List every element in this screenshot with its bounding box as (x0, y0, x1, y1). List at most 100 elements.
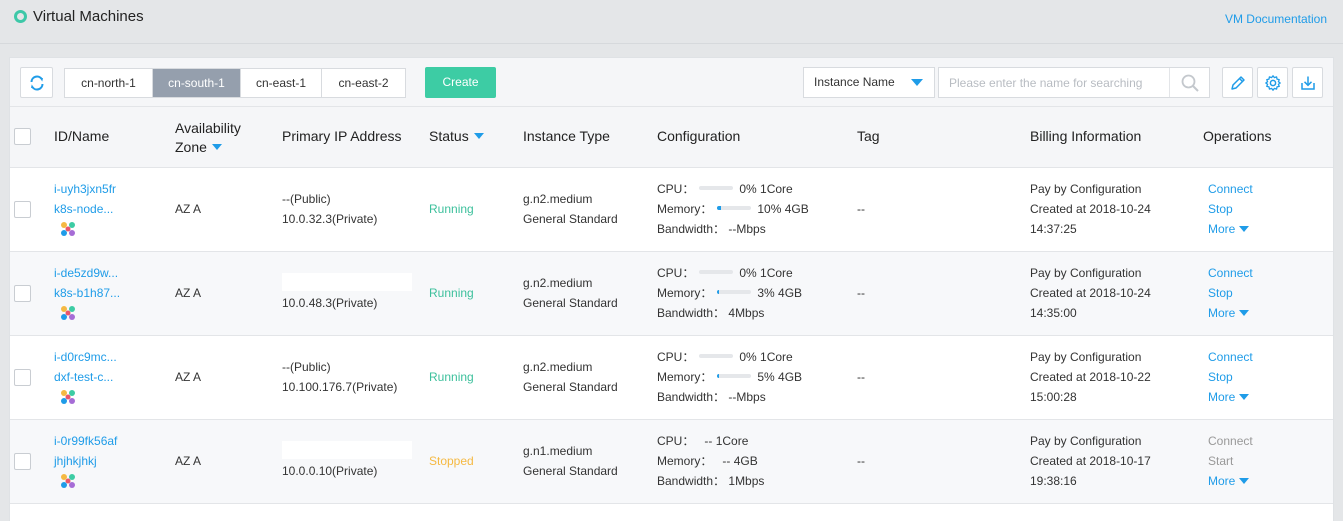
more-menu-button[interactable]: More (1208, 390, 1250, 404)
refresh-button[interactable] (20, 67, 53, 98)
tag-value: -- (857, 202, 865, 216)
more-menu-button[interactable]: More (1208, 474, 1250, 488)
column-primary-ip: Primary IP Address (282, 128, 402, 144)
region-tab-cn-east-1[interactable]: cn-east-1 (241, 69, 322, 97)
billing-cell: Pay by Configuration Created at 2018-10-2… (1030, 347, 1151, 407)
stop-button[interactable]: Stop (1208, 286, 1233, 300)
id-name-cell: i-d0rc9mc... dxf-test-c... (54, 347, 117, 407)
cpu-label: CPU： (657, 350, 695, 364)
instance-name-link[interactable]: jhjhkjhkj (54, 454, 97, 468)
instance-id-link[interactable]: i-d0rc9mc... (54, 350, 117, 364)
table-row: i-uyh3jxn5fr k8s-node... AZ A --(Public) 10.… (10, 168, 1333, 252)
column-status-label: Status (429, 128, 469, 144)
search-icon (1181, 74, 1199, 92)
edit-button[interactable] (1222, 67, 1253, 98)
created-time: 14:35:00 (1030, 306, 1077, 320)
chevron-down-icon (1239, 478, 1250, 484)
column-status[interactable]: Status (429, 128, 484, 144)
availability-zone: AZ A (175, 454, 202, 468)
select-all-checkbox[interactable] (14, 128, 31, 145)
connect-button[interactable]: Connect (1208, 434, 1253, 448)
row-checkbox[interactable] (14, 453, 31, 470)
row-checkbox[interactable] (14, 201, 31, 218)
cpu-usage-bar (699, 186, 734, 190)
instance-type: g.n2.medium (523, 276, 593, 290)
region-tabs: cn-north-1 cn-south-1 cn-east-1 cn-east-… (64, 68, 406, 98)
redacted-ip (282, 273, 412, 291)
memory-usage-bar (717, 374, 752, 378)
ip-cell: 10.0.48.3(Private) (282, 273, 412, 313)
operations-cell: Connect Stop More (1208, 263, 1253, 323)
instance-id-link[interactable]: i-0r99fk56af (54, 434, 117, 448)
row-checkbox[interactable] (14, 285, 31, 302)
instance-name-link[interactable]: k8s-b1h87... (54, 286, 120, 300)
region-tab-cn-north-1[interactable]: cn-north-1 (65, 69, 153, 97)
instance-name-link[interactable]: dxf-test-c... (54, 370, 113, 384)
instance-family: General Standard (523, 212, 618, 226)
id-name-cell: i-uyh3jxn5fr k8s-node... (54, 179, 116, 239)
more-menu-button[interactable]: More (1208, 306, 1250, 320)
private-ip: 10.0.32.3(Private) (282, 212, 378, 226)
instance-id-link[interactable]: i-de5zd9w... (54, 266, 118, 280)
bandwidth-value: --Mbps (728, 222, 766, 236)
availability-zone: AZ A (175, 202, 202, 216)
create-button[interactable]: Create (425, 67, 496, 98)
instance-type: g.n1.medium (523, 444, 593, 458)
instance-family: General Standard (523, 464, 618, 478)
connect-button[interactable]: Connect (1208, 350, 1253, 364)
billing-cell: Pay by Configuration Created at 2018-10-2… (1030, 263, 1151, 323)
configuration-cell: CPU： 0% 1Core Memory： 5% 4GB Bandwidth： --Mb… (657, 347, 802, 407)
memory-usage-bar (717, 290, 752, 294)
cpu-label: CPU： (657, 266, 695, 280)
stop-button[interactable]: Stop (1208, 370, 1233, 384)
tag-badge-icon (61, 222, 75, 236)
public-ip: --(Public) (282, 360, 331, 374)
cpu-value: 0% (739, 182, 757, 196)
filter-caret-icon (473, 133, 484, 139)
page-header: Virtual Machines VM Documentation (0, 0, 1343, 44)
tag-value: -- (857, 286, 865, 300)
memory-spec: 4GB (733, 454, 758, 468)
operations-cell: Connect Stop More (1208, 347, 1253, 407)
cpu-spec: 1Core (760, 182, 793, 196)
billing-mode: Pay by Configuration (1030, 266, 1142, 280)
memory-usage-bar (717, 206, 752, 210)
region-tab-cn-south-1[interactable]: cn-south-1 (153, 69, 241, 97)
stop-button[interactable]: Stop (1208, 202, 1233, 216)
created-time: 15:00:28 (1030, 390, 1077, 404)
vm-documentation-link[interactable]: VM Documentation (1225, 12, 1327, 26)
search-input[interactable] (939, 68, 1167, 97)
billing-cell: Pay by Configuration Created at 2018-10-2… (1030, 179, 1151, 239)
bandwidth-label: Bandwidth： (657, 390, 726, 404)
column-availability-zone[interactable]: Availability Zone (175, 119, 241, 157)
instance-id-link[interactable]: i-uyh3jxn5fr (54, 182, 116, 196)
instance-family: General Standard (523, 296, 618, 310)
chevron-down-icon (1239, 394, 1250, 400)
created-date: Created at 2018-10-24 (1030, 286, 1151, 300)
download-button[interactable] (1292, 67, 1323, 98)
start-button[interactable]: Start (1208, 454, 1233, 468)
memory-spec: 4GB (778, 286, 803, 300)
refresh-icon (30, 75, 43, 90)
connect-button[interactable]: Connect (1208, 182, 1253, 196)
cpu-spec: 1Core (715, 434, 749, 448)
more-label: More (1208, 222, 1236, 236)
region-tab-cn-east-2[interactable]: cn-east-2 (322, 69, 405, 97)
operations-cell: Connect Stop More (1208, 179, 1253, 239)
memory-value: 10% (757, 202, 782, 216)
search-type-select[interactable]: Instance Name (803, 67, 935, 98)
toolbar: cn-north-1 cn-south-1 cn-east-1 cn-east-… (10, 58, 1333, 107)
connect-button[interactable]: Connect (1208, 266, 1253, 280)
settings-button[interactable] (1257, 67, 1288, 98)
gear-icon (1264, 74, 1281, 91)
table-row: i-de5zd9w... k8s-b1h87... AZ A 10.0.48.3(Pr… (10, 252, 1333, 336)
table-row: i-0r99fk56af jhjhkjhkj AZ A 10.0.0.10(Priva… (10, 420, 1333, 504)
search-button[interactable] (1169, 68, 1209, 97)
cpu-spec: 1Core (760, 350, 793, 364)
row-checkbox[interactable] (14, 369, 31, 386)
instance-name-link[interactable]: k8s-node... (54, 202, 113, 216)
more-menu-button[interactable]: More (1208, 222, 1250, 236)
id-name-cell: i-0r99fk56af jhjhkjhkj (54, 431, 117, 491)
tag-badge-icon (61, 306, 75, 320)
memory-label: Memory： (657, 370, 713, 384)
